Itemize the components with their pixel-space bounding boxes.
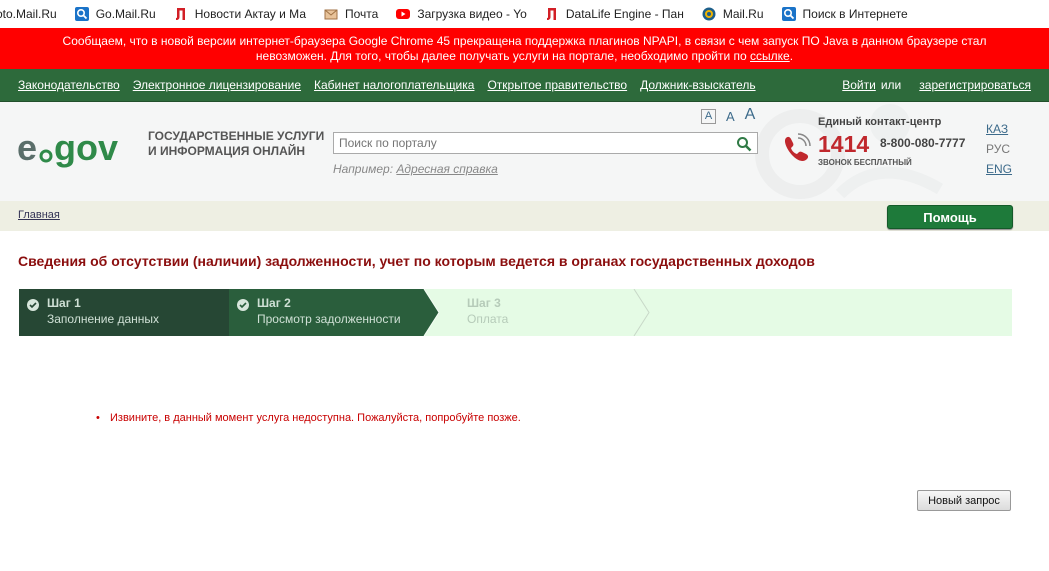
- step-subtitle: Просмотр задолженности: [257, 312, 401, 326]
- new-request-button[interactable]: Новый запрос: [917, 490, 1011, 511]
- tagline-line-2: И ИНФОРМАЦИЯ ОНЛАЙН: [148, 144, 306, 158]
- help-button[interactable]: Помощь: [887, 205, 1013, 229]
- bookmark-label: Почта: [345, 7, 379, 21]
- error-message: Извините, в данный момент услуга недосту…: [96, 412, 521, 424]
- bookmarks-bar: oto.Mail.Ru Go.Mail.Ru Новости Актау и М…: [0, 0, 1049, 28]
- step-2: Шаг 2 Просмотр задолженности: [229, 289, 434, 336]
- breadcrumb-bar: Главная Помощь: [0, 201, 1049, 231]
- contact-free-label: ЗВОНОК БЕСПЛАТНЫЙ: [818, 158, 912, 167]
- contact-number: 1414: [818, 131, 870, 157]
- bookmark-label: Загрузка видео - Yo: [417, 7, 527, 21]
- notice-link[interactable]: ссылке: [750, 49, 790, 63]
- step-title: Шаг 3: [467, 296, 501, 310]
- bookmark-item[interactable]: Mail.Ru: [702, 7, 764, 21]
- nav-link-legislation[interactable]: Законодательство: [18, 78, 120, 92]
- bookmark-label: Go.Mail.Ru: [95, 7, 156, 21]
- step-subtitle: Заполнение данных: [47, 312, 160, 326]
- register-link[interactable]: зарегистрироваться: [919, 78, 1031, 92]
- nav-link-debtor[interactable]: Должник-взыскатель: [640, 78, 755, 92]
- auth-links: Войти или зарегистрироваться: [842, 78, 1031, 92]
- font-size-switcher: A A A: [701, 106, 765, 124]
- check-icon: [27, 299, 39, 311]
- tagline-line-1: ГОСУДАРСТВЕННЫЕ УСЛУГИ: [148, 129, 325, 143]
- check-icon: [237, 299, 249, 311]
- notice-text: невозможен. Для того, чтобы далее получа…: [255, 49, 751, 63]
- step-subtitle: Оплата: [467, 312, 509, 326]
- nav-link-licensing[interactable]: Электронное лицензирование: [133, 78, 301, 92]
- bookmark-item[interactable]: Go.Mail.Ru: [74, 7, 156, 21]
- java-notice-banner: Сообщаем, что в новой версии интернет-бр…: [0, 28, 1049, 69]
- search-example: Например: Адресная справка: [333, 162, 498, 176]
- contact-label: Единый контакт-центр: [818, 116, 942, 128]
- or-label: или: [880, 78, 902, 92]
- bookmark-item[interactable]: Загрузка видео - Yo: [396, 7, 527, 21]
- step-title: Шаг 2: [257, 296, 291, 310]
- error-text: Извините, в данный момент услуга недосту…: [110, 412, 521, 424]
- page-title: Сведения об отсутствии (наличии) задолже…: [18, 253, 815, 269]
- nav-link-open-government[interactable]: Открытое правительство: [487, 78, 627, 92]
- font-size-small[interactable]: A: [701, 109, 716, 124]
- search-icon[interactable]: [736, 136, 752, 155]
- search-icon: [781, 7, 796, 21]
- steps-progress: Шаг 1 Заполнение данных Шаг 2 Просмотр з…: [19, 289, 1012, 336]
- breadcrumb-home[interactable]: Главная: [18, 209, 60, 221]
- egov-logo[interactable]: e gov: [17, 128, 137, 172]
- notice-line-2: невозможен. Для того, чтобы далее получа…: [0, 49, 1049, 64]
- lang-rus-current: РУС: [986, 142, 1011, 156]
- login-link[interactable]: Войти: [842, 78, 876, 92]
- bookmark-item[interactable]: Новости Актау и Ма: [174, 7, 306, 21]
- search-box: [333, 132, 758, 154]
- site-tagline: ГОСУДАРСТВЕННЫЕ УСЛУГИ И ИНФОРМАЦИЯ ОНЛА…: [148, 129, 324, 159]
- step-3: Шаг 3 Оплата: [439, 289, 639, 336]
- bookmark-label: DataLife Engine - Пан: [565, 7, 684, 21]
- letter-l-icon: [545, 7, 559, 21]
- globe-icon: [702, 7, 716, 21]
- letter-l-icon: [174, 7, 188, 21]
- svg-text:gov: gov: [54, 128, 118, 168]
- font-size-large[interactable]: A: [745, 106, 756, 124]
- bookmark-label: Поиск в Интернете: [802, 7, 908, 21]
- example-link[interactable]: Адресная справка: [396, 162, 497, 176]
- phone-icon: [780, 132, 812, 167]
- notice-line-1: Сообщаем, что в новой версии интернет-бр…: [62, 34, 987, 48]
- language-switcher: КАЗ РУС ENG: [986, 119, 1012, 179]
- bookmark-item[interactable]: Поиск в Интернете: [781, 7, 908, 21]
- envelope-icon: [324, 7, 338, 21]
- site-header: e gov ГОСУДАРСТВЕННЫЕ УСЛУГИ И ИНФОРМАЦИ…: [0, 102, 1049, 201]
- bookmark-item[interactable]: oto.Mail.Ru: [0, 7, 57, 21]
- lang-eng[interactable]: ENG: [986, 159, 1012, 179]
- step-1: Шаг 1 Заполнение данных: [19, 289, 229, 336]
- bookmark-label: Mail.Ru: [722, 7, 764, 21]
- search-icon: [74, 7, 89, 21]
- nav-link-taxpayer-cabinet[interactable]: Кабинет налогоплательщика: [314, 78, 474, 92]
- youtube-icon: [396, 7, 411, 21]
- search-input[interactable]: [334, 133, 734, 153]
- bookmark-item[interactable]: Почта: [324, 7, 378, 21]
- bookmark-label: oto.Mail.Ru: [0, 7, 57, 21]
- lang-kaz[interactable]: КАЗ: [986, 119, 1012, 139]
- svg-text:e: e: [17, 128, 37, 168]
- example-label: Например:: [333, 162, 397, 176]
- bookmark-item[interactable]: DataLife Engine - Пан: [545, 7, 684, 21]
- bookmark-label: Новости Актау и Ма: [194, 7, 306, 21]
- step-title: Шаг 1: [47, 296, 81, 310]
- font-size-medium[interactable]: A: [726, 109, 735, 124]
- notice-text-end: .: [789, 49, 794, 63]
- contact-phone: 8-800-080-7777: [880, 136, 966, 150]
